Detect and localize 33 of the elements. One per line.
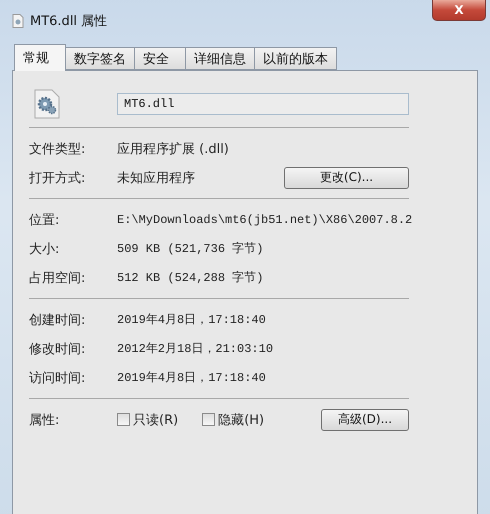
tab[interactable]: 数字签名 xyxy=(65,47,135,70)
file-name-field[interactable]: MT6.dll xyxy=(117,93,409,115)
field-label: 创建时间: xyxy=(29,312,86,328)
close-button[interactable]: X xyxy=(432,0,486,21)
field-label: 占用空间: xyxy=(29,270,86,286)
field-value: E:\MyDownloads\mt6(jb51.net)\X86\2007.8.2 xyxy=(117,212,412,226)
tab[interactable]: 常规 xyxy=(14,44,66,71)
checkbox[interactable] xyxy=(202,413,216,426)
gear-file-icon xyxy=(33,89,61,119)
checkbox-label: 隐藏(H) xyxy=(218,412,264,428)
field-value: 509 KB (521,736 字节) xyxy=(117,240,264,257)
field-label: 打开方式: xyxy=(29,170,86,186)
field-value: 512 KB (524,288 字节) xyxy=(117,270,264,286)
field-value: 未知应用程序 xyxy=(117,170,196,186)
field-label: 访问时间: xyxy=(29,370,86,386)
field-label: 位置: xyxy=(29,212,60,228)
field-label: 属性: xyxy=(29,412,60,428)
change-button[interactable]: 更改(C)... xyxy=(284,166,409,188)
checkbox-label: 只读(R) xyxy=(133,412,178,428)
window-title: MT6.dll 属性 xyxy=(30,13,108,30)
field-value: 2019年4月8日，17:18:40 xyxy=(117,370,267,386)
field-label: 修改时间: xyxy=(29,340,86,358)
checkbox[interactable] xyxy=(117,413,130,426)
file-icon xyxy=(12,14,24,28)
tab[interactable]: 以前的版本 xyxy=(254,47,337,70)
field-label: 大小: xyxy=(29,240,60,258)
field-value: 2019年4月8日，17:18:40 xyxy=(117,312,267,328)
tab[interactable]: 安全 xyxy=(134,47,186,70)
advanced-button[interactable]: 高级(D)... xyxy=(321,408,409,430)
tab[interactable]: 详细信息 xyxy=(185,47,255,70)
field-value: 2012年2月18日，21:03:10 xyxy=(117,341,274,357)
field-value: 应用程序扩展 (.dll) xyxy=(117,140,230,158)
field-label: 文件类型: xyxy=(29,140,86,158)
